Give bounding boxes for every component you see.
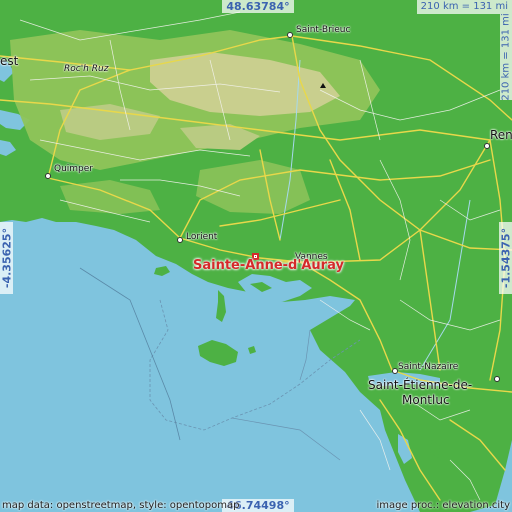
coord-right-longitude: -1.54375° [499,222,512,294]
place-roch-ruz: Roc'h Ruz [64,64,109,74]
summit-triangle-icon [320,83,326,88]
place-lorient: Lorient [186,232,218,242]
city-dot-saint-brieuc [287,32,293,38]
coord-right-text: -1.54375° [499,227,512,289]
coord-left-text: -4.35625° [0,227,13,289]
place-saint-etienne-line2: Montluc [402,393,450,407]
city-dot-quimper [45,173,51,179]
place-saint-brieuc: Saint-Brieuc [296,25,351,35]
scale-vertical-box: 210 km = 131 mi [500,13,512,101]
scale-horizontal: 210 km = 131 mi [416,0,512,14]
city-dot-rennes [484,143,490,149]
place-saint-nazaire: Saint-Nazaire [398,362,459,372]
place-quimper: Quimper [54,164,94,174]
city-dot-nantes [494,376,500,382]
scale-vertical: 210 km = 131 mi [500,13,512,101]
map-view[interactable]: est Roc'h Ruz Saint-Brieuc Ren Quimper L… [0,0,512,512]
credit-map-data: map data: openstreetmap, style: opentopo… [2,500,240,511]
place-brest: est [0,54,19,68]
coord-left-longitude: -4.35625° [0,222,13,294]
coord-top-latitude: 48.63784° [222,0,294,13]
place-saint-etienne-line1: Saint-Étienne-de- [368,378,473,392]
target-place-label: Sainte-Anne-d'Auray [193,258,344,273]
credit-image-proc: image proc.: elevation.city [376,500,511,511]
place-rennes: Ren [490,128,512,142]
city-dot-lorient [177,237,183,243]
